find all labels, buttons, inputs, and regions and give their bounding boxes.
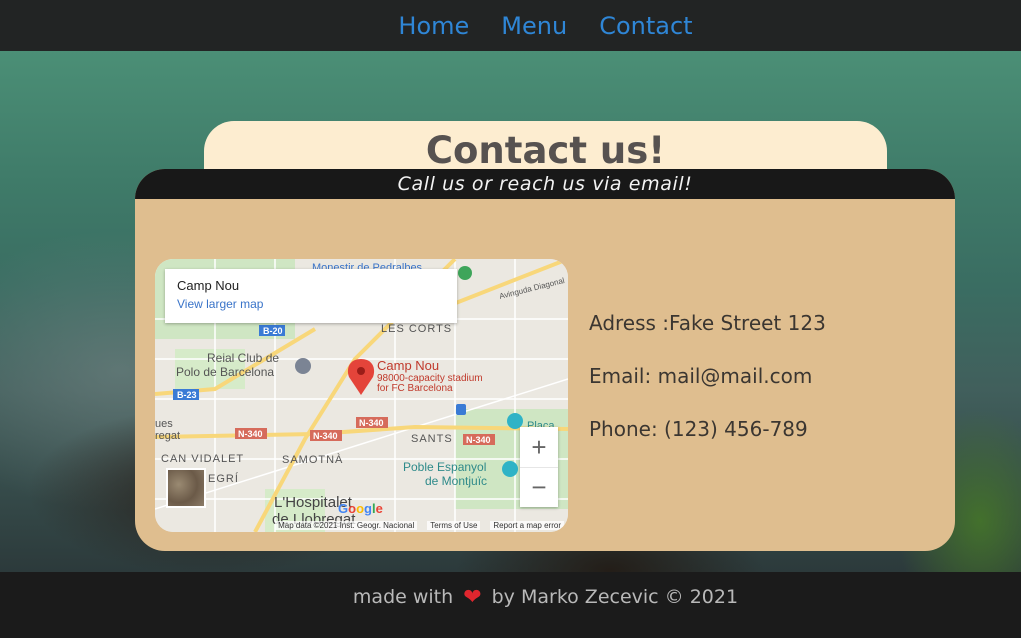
top-navbar: Home Menu Contact (0, 0, 1021, 51)
marker-title: Camp Nou (377, 358, 439, 373)
map-label-poble-espanyol-1: Poble Espanyol (403, 460, 486, 474)
contact-card: Call us or reach us via email! B-20 B-23… (135, 169, 955, 551)
road-n340-label-4: N-340 (466, 435, 491, 445)
nav-home-link[interactable]: Home (398, 12, 469, 40)
road-n340-label-2: N-340 (313, 431, 338, 441)
contact-subtitle: Call us or reach us via email! (135, 169, 955, 199)
email-text: Email: mail@mail.com (589, 364, 813, 388)
park-tree-icon[interactable] (458, 266, 472, 280)
road-b23-label: B-23 (177, 390, 197, 400)
footer-author: by Marko Zecevic © 2021 (491, 586, 739, 608)
map-label-reial-club-2: Polo de Barcelona (176, 365, 274, 379)
satellite-toggle-thumbnail[interactable] (166, 468, 206, 508)
map-label-ues: ues (155, 418, 173, 430)
report-map-error-link[interactable]: Report a map error (490, 521, 564, 530)
map-label-sants: SANTS (411, 433, 453, 445)
nav-menu-link[interactable]: Menu (501, 12, 567, 40)
map-data-credit: Map data ©2021 Inst. Geogr. Nacional (275, 521, 418, 530)
poi-gray-pin-icon[interactable] (295, 358, 311, 374)
zoom-in-button[interactable]: + (520, 427, 558, 467)
map-label-regat: regat (155, 430, 180, 442)
view-larger-map-link[interactable]: View larger map (177, 297, 445, 311)
map-label-poble-espanyol-2: de Montjuïc (425, 474, 487, 488)
address-text: Adress :Fake Street 123 (589, 311, 826, 335)
footer: made with ❤ by Marko Zecevic © 2021 (0, 572, 1021, 638)
road-b20-label: B-20 (263, 326, 283, 336)
map-zoom-control: + − (520, 427, 558, 507)
map-place-card: Camp Nou View larger map (165, 269, 457, 323)
map-label-egri: EGRÍ (208, 472, 239, 485)
footer-made-with: made with (352, 586, 454, 608)
google-logo: Google (338, 501, 383, 516)
heart-icon: ❤ (463, 584, 482, 610)
nav-contact-link[interactable]: Contact (599, 12, 692, 40)
map-label-les-corts: LES CORTS (381, 323, 452, 335)
contact-info: Adress :Fake Street 123 Email: mail@mail… (589, 311, 826, 470)
museum-poi-icon[interactable] (502, 461, 518, 477)
marker-description-2: for FC Barcelona (377, 383, 453, 394)
map-label-can-vidalet: CAN VIDALET (161, 453, 244, 465)
road-n340-label-1: N-340 (238, 429, 263, 439)
map-place-name: Camp Nou (177, 278, 240, 293)
embedded-map[interactable]: B-20 B-23 N-340 N-340 N-340 N-340 Monest… (155, 259, 568, 532)
phone-text: Phone: (123) 456-789 (589, 417, 808, 441)
map-attribution: Map data ©2021 Inst. Geogr. Nacional Ter… (215, 521, 564, 530)
map-label-samotna: SAMOTNÀ (282, 453, 343, 466)
road-n340-label-3: N-340 (359, 418, 384, 428)
zoom-out-button[interactable]: − (520, 467, 558, 507)
terms-of-use-link[interactable]: Terms of Use (427, 521, 481, 530)
map-label-reial-club-1: Reial Club de (207, 351, 279, 365)
metro-station-icon[interactable] (456, 404, 466, 415)
